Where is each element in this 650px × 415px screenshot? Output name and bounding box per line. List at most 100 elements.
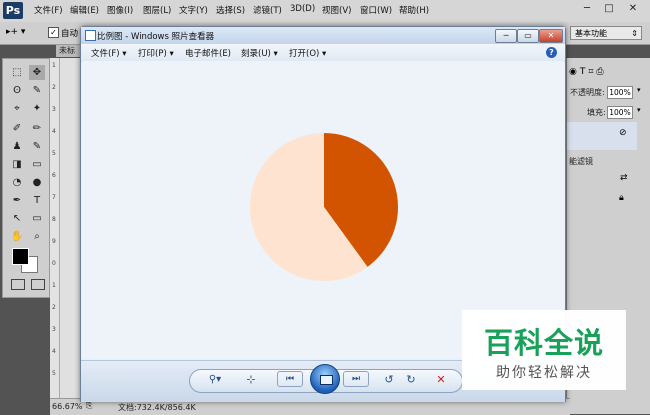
fill-input[interactable]: 100% bbox=[607, 106, 633, 119]
ps-menu-edit[interactable]: 编辑(E) bbox=[70, 4, 99, 16]
ruler-mark: 5 bbox=[52, 370, 56, 377]
ps-close-button[interactable]: ✕ bbox=[624, 2, 642, 16]
slideshow-button[interactable] bbox=[310, 364, 340, 394]
watermark-logo: 百科全说 助你轻松解决 bbox=[462, 310, 626, 390]
smart-object-icon: ⊘ bbox=[619, 128, 627, 138]
viewer-menu-burn[interactable]: 刻录(U) ▾ bbox=[241, 47, 278, 59]
watermark-title: 百科全说 bbox=[483, 326, 604, 360]
lasso-tool-icon[interactable]: ʘ bbox=[9, 83, 25, 98]
move-tool-icon[interactable]: ✥ bbox=[29, 65, 45, 80]
ruler-mark: 2 bbox=[52, 84, 56, 91]
ruler-mark: 2 bbox=[52, 304, 56, 311]
healing-brush-tool-icon[interactable]: ✐ bbox=[9, 121, 25, 136]
ruler-mark: 1 bbox=[52, 62, 56, 69]
actual-size-icon[interactable]: ⊹ bbox=[243, 373, 259, 387]
blur-tool-icon[interactable]: ◔ bbox=[9, 175, 25, 190]
marquee-tool-icon[interactable]: ⬚ bbox=[9, 65, 25, 80]
viewer-titlebar[interactable]: 比例图 - Windows 照片查看器 ─ ▭ ✕ bbox=[81, 27, 565, 44]
rotate-counterclockwise-icon[interactable]: ↺ bbox=[381, 373, 397, 387]
ruler-mark: 8 bbox=[52, 216, 56, 223]
viewer-menu-print[interactable]: 打印(P) ▾ bbox=[138, 47, 174, 59]
ps-menu-layer[interactable]: 图层(L) bbox=[143, 4, 171, 16]
ruler-mark: 3 bbox=[52, 106, 56, 113]
ps-maximize-button[interactable]: □ bbox=[600, 2, 618, 16]
type-tool-icon[interactable]: T bbox=[29, 193, 45, 208]
viewer-maximize-button[interactable]: ▭ bbox=[517, 29, 539, 43]
ps-menu-help[interactable]: 帮助(H) bbox=[399, 4, 429, 16]
gradient-tool-icon[interactable]: ▭ bbox=[29, 157, 45, 172]
photo-viewer-app-icon bbox=[85, 30, 96, 41]
ps-menu-filter[interactable]: 滤镜(T) bbox=[253, 4, 282, 16]
ps-menu-select[interactable]: 选择(S) bbox=[216, 4, 245, 16]
zoom-tool-icon[interactable]: ⌕ bbox=[29, 229, 45, 244]
chevron-down-icon[interactable]: ▾ bbox=[637, 106, 641, 114]
fill-label: 填充: bbox=[587, 108, 606, 117]
viewer-menu-email[interactable]: 电子邮件(E) bbox=[185, 47, 231, 59]
brush-tool-icon[interactable]: ✏ bbox=[29, 121, 45, 136]
ruler-mark: 1 bbox=[52, 282, 56, 289]
chevron-updown-icon: ⇕ bbox=[631, 29, 638, 38]
ps-menubar: Ps 文件(F) 编辑(E) 图像(I) 图层(L) 文字(Y) 选择(S) 滤… bbox=[0, 0, 650, 23]
ps-menu-3d[interactable]: 3D(D) bbox=[290, 4, 315, 14]
shape-tool-icon[interactable]: ▭ bbox=[29, 211, 45, 226]
pen-tool-icon[interactable]: ✒ bbox=[9, 193, 25, 208]
ps-minimize-button[interactable]: ─ bbox=[578, 2, 596, 16]
auto-select-label: 自动 bbox=[61, 29, 79, 39]
viewer-close-button[interactable]: ✕ bbox=[539, 29, 563, 43]
ps-menu-type[interactable]: 文字(Y) bbox=[179, 4, 208, 16]
ruler-mark: 0 bbox=[52, 260, 56, 267]
ruler-mark: 4 bbox=[52, 348, 56, 355]
opacity-label: 不透明度: bbox=[570, 88, 605, 97]
next-button[interactable]: ⏭ bbox=[343, 371, 369, 387]
document-size-info: 文档:732.4K/856.4K bbox=[118, 403, 196, 412]
help-icon[interactable]: ? bbox=[546, 47, 557, 58]
layer-row-selected[interactable]: ⊘ bbox=[567, 122, 637, 150]
viewer-title: 比例图 - Windows 照片查看器 bbox=[97, 32, 215, 42]
ruler-mark: 5 bbox=[52, 150, 56, 157]
viewer-minimize-button[interactable]: ─ bbox=[495, 29, 517, 43]
ps-menu-window[interactable]: 窗口(W) bbox=[360, 4, 392, 16]
ruler-mark: 9 bbox=[52, 238, 56, 245]
quick-mask-icon[interactable] bbox=[11, 279, 25, 290]
delete-icon[interactable]: ✕ bbox=[433, 373, 449, 387]
auto-select-checkbox[interactable]: ✓ bbox=[48, 27, 59, 38]
watermark-subtitle: 助你轻松解决 bbox=[496, 365, 592, 381]
ps-menu-image[interactable]: 图像(I) bbox=[107, 4, 133, 16]
viewer-menubar: 文件(F) ▾ 打印(P) ▾ 电子邮件(E) 刻录(U) ▾ 打开(O) ▾ … bbox=[81, 44, 565, 62]
opacity-input[interactable]: 100% bbox=[607, 86, 633, 99]
workspace-select[interactable]: 基本功能 ⇕ bbox=[570, 26, 642, 40]
photoshop-logo: Ps bbox=[3, 2, 23, 19]
path-selection-tool-icon[interactable]: ↖ bbox=[9, 211, 25, 226]
foreground-color-swatch[interactable] bbox=[12, 248, 29, 265]
layer-filter-icons[interactable]: ◉T⌗⎙ bbox=[569, 67, 607, 77]
ps-menu-view[interactable]: 视图(V) bbox=[322, 4, 351, 16]
pie-slices bbox=[249, 132, 398, 281]
lock-icon: 🔒︎ bbox=[619, 193, 624, 203]
share-icon[interactable]: ⎘ bbox=[86, 401, 92, 411]
zoom-level[interactable]: 66.67% bbox=[52, 402, 83, 411]
ps-menu-file[interactable]: 文件(F) bbox=[34, 4, 63, 16]
dodge-tool-icon[interactable]: ● bbox=[29, 175, 45, 190]
history-brush-tool-icon[interactable]: ✎ bbox=[29, 139, 45, 154]
move-tool-preset-icon[interactable]: ▸+ ▾ bbox=[6, 27, 25, 37]
hand-tool-icon[interactable]: ✋ bbox=[9, 229, 25, 244]
viewer-menu-open[interactable]: 打开(O) ▾ bbox=[289, 47, 326, 59]
smart-filter-label: 能滤镜 bbox=[569, 157, 593, 166]
previous-button[interactable]: ⏮ bbox=[277, 371, 303, 387]
filter-options-icon[interactable]: ⇄ bbox=[620, 173, 628, 183]
workspace-select-value: 基本功能 bbox=[575, 29, 607, 38]
clone-stamp-tool-icon[interactable]: ♟ bbox=[9, 139, 25, 154]
ruler-mark: 6 bbox=[52, 172, 56, 179]
magic-wand-tool-icon[interactable]: ✎ bbox=[29, 83, 45, 98]
zoom-icon[interactable]: ⚲▾ bbox=[203, 373, 227, 387]
slideshow-icon bbox=[320, 375, 333, 385]
ruler-mark: 4 bbox=[52, 128, 56, 135]
rotate-clockwise-icon[interactable]: ↻ bbox=[403, 373, 419, 387]
viewer-menu-file[interactable]: 文件(F) ▾ bbox=[91, 47, 127, 59]
screen-mode-icon[interactable] bbox=[31, 279, 45, 290]
eyedropper-tool-icon[interactable]: ✦ bbox=[29, 101, 45, 116]
ruler-mark: 7 bbox=[52, 194, 56, 201]
chevron-down-icon[interactable]: ▾ bbox=[637, 86, 641, 94]
eraser-tool-icon[interactable]: ◨ bbox=[9, 157, 25, 172]
crop-tool-icon[interactable]: ⌖ bbox=[9, 101, 25, 116]
